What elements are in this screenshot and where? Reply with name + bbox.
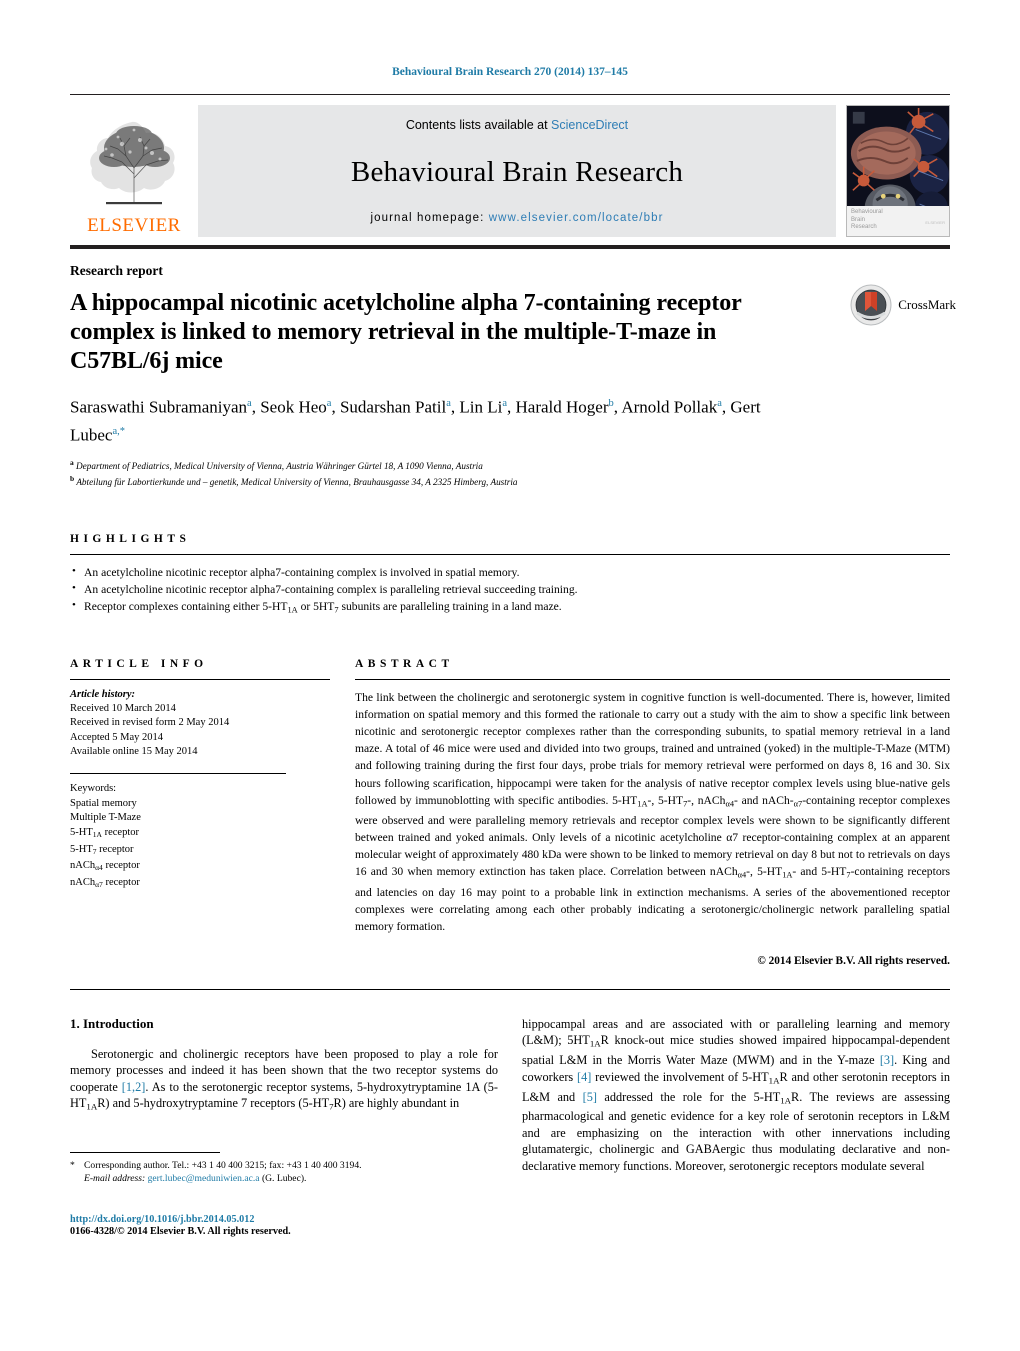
- affiliation-b-text: Abteilung für Labortierkunde und – genet…: [76, 477, 518, 488]
- body-column-gap: [498, 1016, 522, 1174]
- body-columns: 1. Introduction Serotonergic and choline…: [70, 1016, 950, 1174]
- journal-title: Behavioural Brain Research: [350, 155, 684, 188]
- history-item: Received 10 March 2014: [70, 703, 176, 715]
- article-type: Research report: [70, 263, 163, 278]
- paper-page: Behavioural Brain Research 270 (2014) 13…: [0, 0, 1020, 1351]
- highlight-text: An acetylcholine nicotinic receptor alph…: [84, 582, 578, 596]
- article-info-column: ARTICLE INFO Article history: Received 1…: [70, 658, 330, 967]
- keywords-block: Keywords: Spatial memory Multiple T-Maze…: [70, 782, 330, 893]
- abstract-bottom-rule: [70, 989, 950, 990]
- crossmark-icon: [850, 284, 892, 326]
- highlights-list: An acetylcholine nicotinic receptor alph…: [70, 563, 950, 618]
- keyword-item: Spatial memory: [70, 797, 137, 809]
- article-info-rule: [70, 679, 330, 681]
- masthead-top-rule: [70, 94, 950, 95]
- article-info-heading: ARTICLE INFO: [70, 658, 208, 671]
- abstract-column: ABSTRACT The link between the cholinergi…: [355, 658, 950, 967]
- article-history: Article history: Received 10 March 2014 …: [70, 688, 330, 759]
- issn-copyright: 0166-4328/© 2014 Elsevier B.V. All right…: [70, 1226, 291, 1237]
- abstract-text: The link between the cholinergic and ser…: [355, 691, 951, 933]
- masthead-center: Contents lists available at ScienceDirec…: [198, 105, 836, 237]
- cover-caption-line1: Behavioural: [851, 209, 883, 215]
- journal-masthead: ELSEVIER Contents lists available at Sci…: [70, 94, 950, 249]
- contents-lists-line: Contents lists available at ScienceDirec…: [406, 118, 628, 132]
- footnote-star: *: [70, 1160, 75, 1171]
- running-head: Behavioural Brain Research 270 (2014) 13…: [392, 66, 628, 78]
- body-left-column: 1. Introduction Serotonergic and choline…: [70, 1016, 498, 1174]
- list-item: Receptor complexes containing either 5-H…: [70, 597, 950, 618]
- cover-caption: ELSEVIER Behavioural Brain Research: [847, 206, 949, 236]
- column-gap: [330, 658, 355, 967]
- highlights-section: HIGHLIGHTS An acetylcholine nicotinic re…: [70, 533, 950, 618]
- email-link[interactable]: gert.lubec@meduniwien.ac.a: [148, 1173, 260, 1184]
- elsevier-wordmark: ELSEVIER: [87, 215, 181, 236]
- corresponding-author-note: * Corresponding author. Tel.: +43 1 40 4…: [70, 1159, 498, 1186]
- footnote-block: * Corresponding author. Tel.: +43 1 40 4…: [70, 1152, 498, 1186]
- history-item: Received in revised form 2 May 2014: [70, 717, 230, 729]
- keyword-item: 5-HT1A receptor: [70, 826, 140, 839]
- journal-homepage-link[interactable]: www.elsevier.com/locate/bbr: [489, 212, 664, 224]
- history-item: Accepted 5 May 2014: [70, 731, 164, 743]
- article-header: Research report A hippocampal nicotinic …: [70, 263, 950, 489]
- affiliations: a Department of Pediatrics, Medical Univ…: [70, 457, 830, 488]
- email-label: E-mail address:: [84, 1173, 146, 1185]
- introduction-left-paragraph: Serotonergic and cholinergic receptors h…: [70, 1047, 498, 1112]
- abstract-heading: ABSTRACT: [355, 658, 454, 671]
- abstract-rule: [355, 679, 950, 681]
- highlights-heading: HIGHLIGHTS: [70, 532, 191, 545]
- introduction-heading: 1. Introduction: [70, 1016, 154, 1031]
- cover-caption-publisher: ELSEVIER: [925, 220, 945, 225]
- corresponding-author-text: Corresponding author. Tel.: +43 1 40 400…: [84, 1160, 362, 1171]
- keyword-item: 5-HT7 receptor: [70, 843, 134, 856]
- article-history-label: Article history:: [70, 689, 136, 701]
- copyright-line: © 2014 Elsevier B.V. All rights reserved…: [757, 955, 950, 967]
- contents-prefix: Contents lists available at: [405, 118, 552, 132]
- elsevier-tree-icon: [90, 121, 175, 205]
- page-title: A hippocampal nicotinic acetylcholine al…: [70, 290, 742, 374]
- list-item: An acetylcholine nicotinic receptor alph…: [70, 580, 950, 598]
- journal-cover-thumbnail: ELSEVIER Behavioural Brain Research: [846, 105, 950, 237]
- keyword-item: nAChα7 receptor: [70, 876, 140, 890]
- list-item: An acetylcholine nicotinic receptor alph…: [70, 563, 950, 581]
- homepage-prefix: journal homepage:: [370, 212, 489, 224]
- introduction-right-paragraph: hippocampal areas and are associated wit…: [522, 1017, 951, 1173]
- highlights-rule: [70, 553, 950, 555]
- keyword-item: Multiple T-Maze: [70, 812, 141, 824]
- journal-homepage-line: journal homepage: www.elsevier.com/locat…: [370, 212, 663, 224]
- author-list: Saraswathi Subramaniyana, Seok Heoa, Sud…: [70, 397, 761, 445]
- keywords-rule: [70, 773, 286, 775]
- body-right-column: hippocampal areas and are associated wit…: [522, 1016, 950, 1174]
- sciencedirect-link[interactable]: ScienceDirect: [551, 118, 628, 132]
- affiliation-b: b Abteilung für Labortierkunde und – gen…: [70, 474, 518, 488]
- affiliation-a: a Department of Pediatrics, Medical Univ…: [70, 458, 483, 472]
- email-owner: (G. Lubec).: [261, 1173, 307, 1185]
- keyword-item: nAChα4 receptor: [70, 860, 140, 873]
- masthead-bottom-rule: [70, 245, 950, 249]
- info-abstract-section: ARTICLE INFO Article history: Received 1…: [70, 658, 950, 967]
- crossmark-label: CrossMark: [898, 297, 956, 312]
- elsevier-logo: ELSEVIER: [70, 105, 198, 237]
- history-item: Available online 15 May 2014: [70, 745, 198, 757]
- keywords-label: Keywords:: [70, 783, 117, 795]
- crossmark-badge[interactable]: CrossMark: [850, 284, 956, 326]
- highlight-text: An acetylcholine nicotinic receptor alph…: [84, 565, 520, 579]
- doi-link[interactable]: http://dx.doi.org/10.1016/j.bbr.2014.05.…: [70, 1214, 291, 1225]
- footer-block: http://dx.doi.org/10.1016/j.bbr.2014.05.…: [70, 1214, 291, 1237]
- footnote-rule: [70, 1152, 220, 1153]
- affiliation-a-text: Department of Pediatrics, Medical Univer…: [76, 461, 483, 472]
